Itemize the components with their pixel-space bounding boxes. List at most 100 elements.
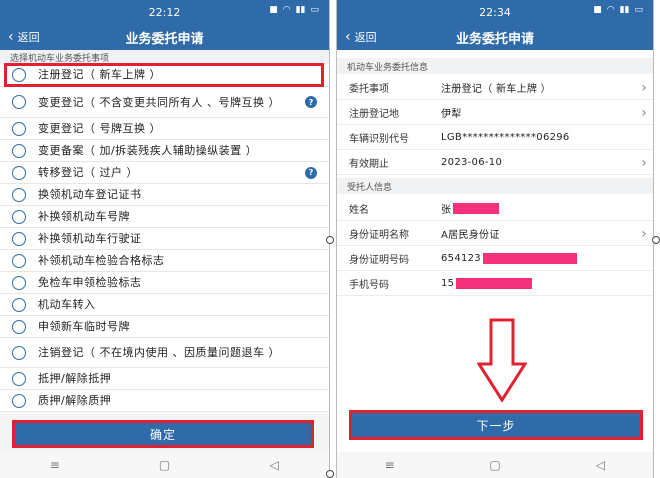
system-nav-bar: ≡ ▢ ◁ <box>337 452 653 478</box>
field-label: 身份证明名称 <box>349 230 409 241</box>
radio-button[interactable] <box>12 209 26 224</box>
form-row: 手机号码 15 <box>337 272 653 296</box>
option-label: 注册登记（ 新车上牌 ） <box>38 68 161 81</box>
form-row[interactable]: 有效期止 2023-06-10 › <box>337 151 653 175</box>
menu-icon[interactable]: ≡ <box>35 458 75 472</box>
radio-button[interactable] <box>12 319 26 334</box>
radio-button[interactable] <box>12 187 26 202</box>
field-value: 654123 <box>441 253 481 264</box>
client-section-header: 受托人信息 <box>337 178 653 194</box>
back-triangle-icon[interactable]: ◁ <box>580 458 620 472</box>
chevron-left-icon: ‹ <box>8 29 14 45</box>
form-row: 身份证明号码 654123 <box>337 247 653 271</box>
confirm-button[interactable]: 确定 <box>12 420 314 448</box>
resize-handle <box>652 236 660 244</box>
chevron-left-icon: ‹ <box>345 29 351 45</box>
status-time: 22:12 <box>148 5 181 19</box>
form-row: 车辆识别代号 LGB**************06296 <box>337 126 653 150</box>
chevron-right-icon: › <box>641 225 647 242</box>
option-label: 变更登记（ 号牌互换 ） <box>38 122 161 135</box>
field-label: 车辆识别代号 <box>349 134 409 145</box>
home-icon[interactable]: ▢ <box>475 458 515 472</box>
option-label: 变更登记（ 不含变更共同所有人 、号牌互换 ） <box>38 95 280 109</box>
option-label: 申领新车临时号牌 <box>38 320 130 333</box>
radio-button[interactable] <box>12 371 26 386</box>
field-label: 姓名 <box>349 205 369 216</box>
system-nav-bar: ≡ ▢ ◁ <box>0 452 329 478</box>
radio-button[interactable] <box>12 95 26 109</box>
radio-button[interactable] <box>12 345 26 360</box>
app-header: 22:34 ■ ◠ ▮▮ ▭ ‹ 返回 业务委托申请 <box>337 0 653 50</box>
radio-button[interactable] <box>12 165 26 180</box>
business-option[interactable]: 变更登记（ 号牌互换 ） <box>0 118 329 140</box>
option-label: 变更备案（ 加/拆装残疾人辅助操纵装置 ） <box>38 144 258 157</box>
radio-button[interactable] <box>12 231 26 246</box>
radio-button[interactable] <box>12 393 26 408</box>
form-row[interactable]: 委托事项 注册登记（ 新车上牌 ） › <box>337 76 653 100</box>
status-time: 22:34 <box>479 5 511 19</box>
page-title: 业务委托申请 <box>125 31 204 47</box>
field-label: 委托事项 <box>349 84 389 95</box>
redaction-mark <box>482 253 577 264</box>
field-label: 身份证明号码 <box>349 255 409 266</box>
option-label: 抵押/解除抵押 <box>38 372 112 385</box>
radio-button[interactable] <box>12 121 26 136</box>
chevron-right-icon: › <box>641 154 647 171</box>
business-option[interactable]: 变更备案（ 加/拆装残疾人辅助操纵装置 ） <box>0 140 329 162</box>
home-icon[interactable]: ▢ <box>144 458 184 472</box>
option-label: 换领机动车登记证书 <box>38 188 142 201</box>
field-value: 2023-06-10 <box>441 157 503 168</box>
business-option[interactable]: 变更登记（ 不含变更共同所有人 、号牌互换 ）? <box>0 87 329 118</box>
business-option[interactable]: 免检车申领检验标志 <box>0 272 329 294</box>
business-option[interactable]: 注册登记（ 新车上牌 ） <box>0 63 329 87</box>
radio-button[interactable] <box>12 143 26 158</box>
back-triangle-icon[interactable]: ◁ <box>254 458 294 472</box>
field-value: 张 <box>441 205 452 216</box>
battery-icon: ▭ <box>310 5 319 15</box>
redaction-mark <box>453 203 500 214</box>
business-option[interactable]: 质押/解除质押 <box>0 390 329 412</box>
back-button[interactable]: ‹ 返回 <box>345 24 377 50</box>
redaction-mark <box>456 278 533 289</box>
signal-icon: ▮▮ <box>295 5 306 15</box>
form-row: 姓名 张 <box>337 197 653 221</box>
left-phone-screen: 22:12 ■ ◠ ▮▮ ▭ ‹ 返回 业务委托申请 选择机动车业务委托事项 注… <box>0 0 330 478</box>
business-option[interactable]: 抵押/解除抵押 <box>0 368 329 390</box>
back-label: 返回 <box>354 31 377 44</box>
section-header: 选择机动车业务委托事项 <box>0 50 329 64</box>
chevron-right-icon: › <box>641 104 647 121</box>
business-option[interactable]: 注销登记（ 不在境内使用 、因质量问题退车 ） <box>0 338 329 368</box>
option-label: 机动车转入 <box>38 298 96 311</box>
radio-button[interactable] <box>12 297 26 312</box>
business-option[interactable]: 补换领机动车号牌 <box>0 206 329 228</box>
field-label: 有效期止 <box>349 159 389 170</box>
radio-button[interactable] <box>12 275 26 290</box>
business-option[interactable]: 机动车转入 <box>0 294 329 316</box>
option-label: 补领机动车检验合格标志 <box>38 254 165 267</box>
menu-icon[interactable]: ≡ <box>370 458 410 472</box>
radio-button[interactable] <box>12 253 26 268</box>
page-title: 业务委托申请 <box>455 31 534 47</box>
form-row[interactable]: 注册登记地 伊犁 › <box>337 101 653 125</box>
option-label: 质押/解除质押 <box>38 394 112 407</box>
battery-icon: ▭ <box>634 5 643 15</box>
next-step-button[interactable]: 下一步 <box>349 410 643 440</box>
radio-button[interactable] <box>12 67 26 82</box>
wifi-icon: ◠ <box>606 5 615 15</box>
back-button[interactable]: ‹ 返回 <box>8 24 40 50</box>
option-label: 补换领机动车行驶证 <box>38 232 142 245</box>
option-label: 注销登记（ 不在境内使用 、因质量问题退车 ） <box>38 346 280 359</box>
business-option[interactable]: 申领新车临时号牌 <box>0 316 329 338</box>
business-option[interactable]: 补换领机动车行驶证 <box>0 228 329 250</box>
back-label: 返回 <box>17 31 40 44</box>
field-value: A居民身份证 <box>441 230 500 241</box>
business-option[interactable]: 补领机动车检验合格标志 <box>0 250 329 272</box>
form-row[interactable]: 身份证明名称 A居民身份证 › <box>337 222 653 246</box>
app-header: 22:12 ■ ◠ ▮▮ ▭ ‹ 返回 业务委托申请 <box>0 0 329 50</box>
business-option[interactable]: 转移登记（ 过户 ）? <box>0 162 329 184</box>
right-phone-screen: 22:34 ■ ◠ ▮▮ ▭ ‹ 返回 业务委托申请 机动车业务委托信息 委托事… <box>336 0 654 478</box>
down-arrow-icon <box>477 318 527 402</box>
help-icon[interactable]: ? <box>305 166 317 179</box>
business-option[interactable]: 换领机动车登记证书 <box>0 184 329 206</box>
help-icon[interactable]: ? <box>305 96 317 108</box>
